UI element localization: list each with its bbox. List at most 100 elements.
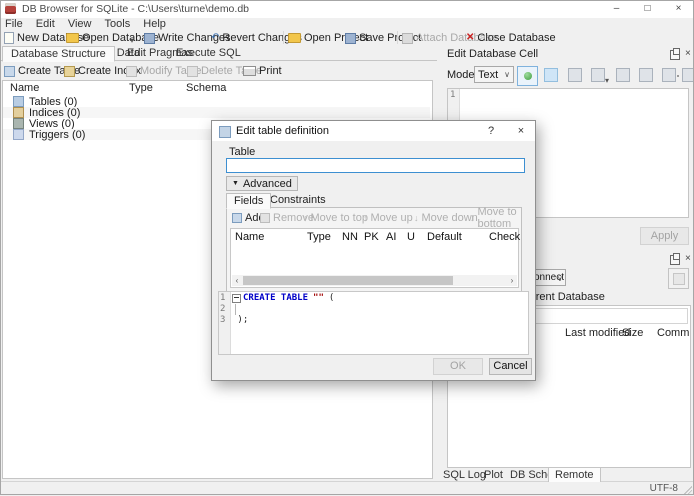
save-cell-icon[interactable] [639, 68, 653, 82]
column-nn[interactable]: NN [342, 231, 358, 243]
sql-line-3: ); [232, 315, 249, 325]
column-default[interactable]: Default [427, 231, 462, 243]
column-name[interactable]: Name [235, 231, 264, 243]
move-to-top-button[interactable]: ↑ Move to top [303, 211, 368, 225]
tree-column-type[interactable]: Type [129, 82, 153, 95]
close-database-icon: ✕ [466, 32, 475, 43]
move-down-button[interactable]: ↓ Move down [414, 211, 478, 225]
fields-table: Name Type NN PK AI U Default Check ‹ › [230, 228, 520, 288]
export-data-icon[interactable] [616, 68, 630, 82]
column-type[interactable]: Type [307, 231, 331, 243]
menu-item-file[interactable]: File [0, 18, 28, 30]
tree-item-tables[interactable]: Tables (0) [3, 96, 430, 108]
column-ai[interactable]: AI [386, 231, 396, 243]
column-commit[interactable]: Commit [657, 327, 690, 339]
cancel-button[interactable]: Cancel [489, 358, 532, 375]
tab-fields[interactable]: Fields [226, 193, 272, 209]
menu-item-edit[interactable]: Edit [31, 18, 60, 30]
sql-preview[interactable]: 1 2 3 CREATE TABLE "" ( ); [218, 291, 529, 355]
column-pk[interactable]: PK [364, 231, 379, 243]
close-button[interactable]: × [663, 0, 694, 18]
scrollbar-thumb[interactable] [243, 276, 453, 285]
advanced-caret-icon: ▼ [232, 180, 239, 187]
word-wrap-icon[interactable] [544, 68, 558, 82]
apply-cell-button[interactable] [517, 66, 538, 86]
apply-cell-icon [523, 72, 532, 80]
dialog-close-button[interactable]: × [508, 121, 534, 141]
scroll-right-icon[interactable]: › [507, 275, 517, 286]
close-panel-icon[interactable]: × [685, 254, 691, 264]
copy-cell-icon[interactable] [662, 68, 676, 82]
dialog-title: Edit table definition [236, 125, 329, 137]
open-database-dropdown-icon[interactable]: ▾ [130, 36, 134, 45]
resize-grip[interactable] [684, 486, 692, 494]
move-to-bottom-button[interactable]: ↓ Move to bottom [470, 206, 521, 230]
remove-field-icon [260, 213, 270, 223]
dock-tab-remote[interactable]: Remote [548, 467, 601, 482]
print-button[interactable]: Print [243, 63, 282, 79]
toolbar-separator [283, 31, 284, 44]
menu-item-help[interactable]: Help [138, 18, 171, 30]
float-panel-icon[interactable] [670, 48, 680, 60]
column-check[interactable]: Check [489, 231, 520, 243]
sql-line-1: CREATE TABLE "" ( [232, 293, 334, 304]
triggers-icon [13, 129, 24, 140]
menu-item-view[interactable]: View [63, 18, 97, 30]
mode-label: Mode: [447, 69, 478, 81]
tab-constraints[interactable]: Constraints [263, 193, 333, 207]
attach-database-icon [402, 32, 413, 44]
close-panel-icon[interactable]: × [685, 49, 691, 59]
move-to-bottom-icon: ↓ [470, 213, 475, 223]
cell-editor-line-number: 1 [450, 90, 456, 100]
menu-item-tools[interactable]: Tools [100, 18, 136, 30]
edit-table-definition-dialog: Edit table definition ? × Table ▼ Advanc… [211, 120, 536, 381]
line-number: 3 [220, 315, 226, 325]
create-index-icon [64, 65, 75, 77]
tab-database-structure[interactable]: Database Structure [2, 46, 115, 62]
print-cell-icon[interactable] [682, 68, 694, 82]
chevron-down-icon: ∨ [557, 274, 563, 283]
line-number: 2 [220, 304, 226, 314]
maximize-button[interactable]: □ [632, 0, 663, 18]
table-name-label: Table [229, 146, 256, 158]
column-size[interactable]: Size [622, 327, 643, 339]
fold-marker-icon[interactable] [232, 294, 241, 303]
apply-button[interactable]: Apply [640, 227, 689, 245]
panel-title: Edit Database Cell [447, 48, 539, 60]
import-data-icon[interactable] [591, 68, 605, 82]
import-dropdown-icon[interactable]: ▾ [605, 76, 609, 85]
float-panel-icon[interactable] [670, 253, 680, 265]
ok-button[interactable]: OK [433, 358, 483, 375]
column-last-modified[interactable]: Last modified [565, 327, 630, 339]
status-bar: UTF-8 [0, 481, 694, 496]
refresh-remote-button[interactable] [668, 268, 689, 289]
tables-icon [13, 96, 24, 107]
tab-execute-sql[interactable]: Execute SQL [168, 46, 249, 60]
tree-column-name[interactable]: Name [10, 82, 39, 95]
delete-table-icon [187, 65, 198, 77]
help-button[interactable]: ? [478, 121, 504, 141]
scroll-left-icon[interactable]: ‹ [232, 275, 242, 286]
horizontal-scrollbar[interactable]: ‹ › [232, 275, 517, 286]
dialog-title-bar[interactable]: Edit table definition ? × [212, 121, 535, 141]
tree-item-indices[interactable]: Indices (0) [3, 107, 430, 119]
move-up-button[interactable]: ↑ Move up [363, 211, 413, 225]
table-name-input[interactable] [226, 158, 525, 173]
window-title: DB Browser for SQLite - C:\Users\turne\d… [22, 3, 249, 15]
mode-select[interactable]: Text ∨ [474, 66, 514, 83]
fold-guide-line [235, 304, 236, 315]
fields-frame: Add Remove ↑ Move to top ↑ Move up ↓ Mov… [226, 206, 522, 293]
move-to-top-icon: ↑ [303, 213, 308, 223]
column-u[interactable]: U [407, 231, 415, 243]
revert-changes-icon: ↶ [211, 32, 220, 43]
set-null-icon[interactable] [568, 68, 582, 82]
advanced-toggle-button[interactable]: ▼ Advanced [226, 176, 298, 191]
modify-table-icon [126, 65, 137, 77]
tree-column-schema[interactable]: Schema [186, 82, 226, 95]
chevron-down-icon: ∨ [504, 70, 510, 79]
minimize-button[interactable]: – [601, 0, 632, 18]
title-bar: DB Browser for SQLite - C:\Users\turne\d… [0, 0, 694, 18]
encoding-indicator[interactable]: UTF-8 [650, 483, 678, 494]
move-up-icon: ↑ [363, 213, 368, 223]
close-database-button[interactable]: ✕ Close Database [466, 30, 556, 46]
